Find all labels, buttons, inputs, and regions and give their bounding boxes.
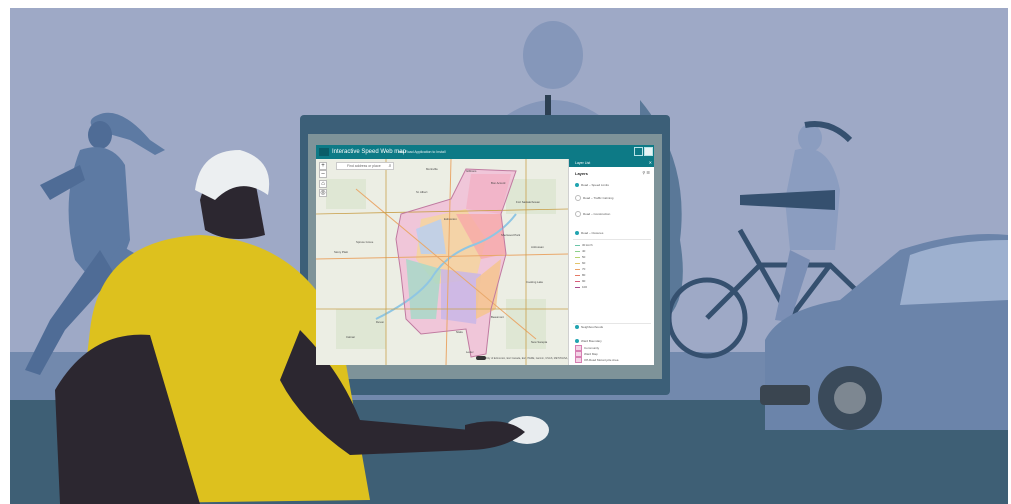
layer-item[interactable]: Ward Boundary — [575, 339, 602, 344]
layer-item[interactable]: Neighbourhoods — [575, 325, 603, 330]
divider — [573, 239, 651, 240]
home-icon[interactable]: ⌂ — [319, 180, 327, 188]
app-header: Interactive Speed Web map with Road Appl… — [316, 145, 654, 159]
map-label: Edmonton — [444, 217, 457, 221]
filter-icon[interactable]: ⚲ ☰ — [642, 170, 650, 175]
legend-item: 100 — [575, 285, 587, 289]
layers-icon[interactable] — [634, 147, 643, 156]
visibility-icon[interactable] — [575, 195, 581, 201]
visibility-icon[interactable] — [575, 231, 579, 236]
polygon-icon — [575, 357, 582, 363]
map-label: Calmar — [346, 335, 356, 339]
legend-item: 50 — [575, 255, 585, 259]
locate-icon[interactable]: ◎ — [319, 189, 327, 197]
map-label: Ardrossan — [531, 245, 544, 249]
app-title: Interactive Speed Web map — [332, 149, 406, 155]
map-label: Spruce Grove — [356, 240, 374, 244]
legend-item: 90 — [575, 279, 585, 283]
legend-item: 60 — [575, 261, 585, 265]
visibility-icon[interactable] — [575, 325, 579, 330]
map-label: Morinville — [426, 167, 438, 171]
divider — [573, 323, 651, 324]
layer-item[interactable]: Road – Closures — [575, 231, 603, 236]
layers-heading: Layers — [575, 171, 588, 176]
city-logo-icon — [319, 148, 329, 156]
layer-item[interactable]: Road – Traffic Calming — [575, 195, 613, 201]
layer-item[interactable]: Road – Speed Limits — [575, 183, 609, 188]
zoom-in-icon[interactable]: + — [319, 162, 327, 170]
panel-close-icon[interactable]: ✕ — [649, 159, 652, 167]
search-icon[interactable]: ⌕ — [386, 162, 394, 170]
map-label: Nisku — [456, 330, 463, 334]
legend-item: 30 km/h — [575, 243, 593, 247]
map-label: Stony Plain — [334, 250, 349, 254]
visibility-icon[interactable] — [575, 339, 579, 344]
legend-item: 40 — [575, 249, 585, 253]
visibility-icon[interactable] — [575, 211, 581, 217]
map-label: Gibbons — [466, 169, 477, 173]
map-label: Sherwood Park — [501, 233, 521, 237]
legend-item: 80 — [575, 273, 585, 277]
map-label: Cooking Lake — [526, 280, 544, 284]
map-attribution: City of Edmonton, Esri Canada, Esri, HER… — [486, 357, 577, 360]
zoom-out-icon[interactable]: – — [319, 170, 327, 178]
illustration: Interactive Speed Web map with Road Appl… — [0, 0, 1011, 504]
layer-list-panel: Layer List ✕ Layers ⚲ ☰ Road – Speed Lim… — [568, 159, 654, 365]
layer-item: Off-Road Motorcycle Area — [575, 357, 618, 363]
map-label: New Sarepta — [531, 340, 548, 344]
map-label: Beaumont — [491, 315, 504, 319]
map-label: Bon Accord — [491, 181, 506, 185]
layer-panel-title: Layer List — [575, 161, 591, 165]
visibility-icon[interactable] — [575, 183, 579, 188]
layer-panel-bar: Layer List ✕ — [569, 159, 654, 167]
app-subtitle: with Road Application to Install — [398, 150, 446, 154]
layer-item[interactable]: Road – Construction — [575, 211, 610, 217]
map-label: Fort Saskatchewan — [516, 200, 540, 204]
map-label: Devon — [376, 320, 385, 324]
basemap-icon[interactable] — [644, 147, 653, 156]
map-label: Leduc — [466, 350, 474, 354]
esri-logo — [476, 356, 486, 360]
map-label: St. Albert — [416, 190, 428, 194]
legend-item: 70 — [575, 267, 585, 271]
monitor-screen: Interactive Speed Web map with Road Appl… — [316, 145, 654, 365]
